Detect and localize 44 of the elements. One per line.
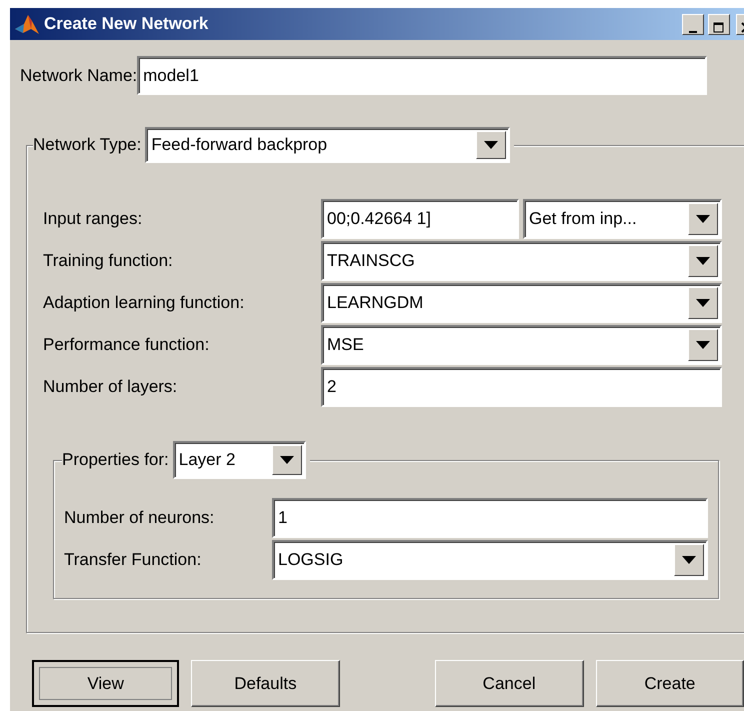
dropdown-arrow-button[interactable] bbox=[272, 445, 302, 475]
window-title: Create New Network bbox=[44, 13, 208, 36]
caret-icon bbox=[696, 256, 710, 266]
input-field[interactable]: 2 bbox=[321, 367, 722, 407]
group-label: Network Type: bbox=[33, 134, 142, 156]
caret-icon bbox=[682, 556, 696, 564]
caret-icon bbox=[484, 140, 498, 150]
function-dropdown[interactable]: MSE bbox=[321, 325, 722, 365]
dialog-button[interactable]: Cancel bbox=[434, 660, 584, 707]
caret-icon bbox=[280, 456, 294, 464]
group-label: Properties for: bbox=[62, 449, 169, 472]
source-dropdown[interactable]: Get from inp... bbox=[523, 199, 722, 239]
maximize-button[interactable] bbox=[708, 14, 730, 34]
field-label: Number of layers: bbox=[43, 376, 178, 398]
field-label: Training function: bbox=[43, 250, 174, 272]
dropdown-arrow-button[interactable] bbox=[688, 203, 718, 235]
caret-icon bbox=[696, 340, 710, 350]
dropdown-arrow-button[interactable] bbox=[688, 329, 718, 361]
dropdown-arrow-button[interactable] bbox=[688, 287, 718, 319]
field-label: Network Name: bbox=[20, 64, 138, 87]
dialog-button[interactable]: Defaults bbox=[191, 660, 340, 707]
network-type-dropdown[interactable]: Feed-forward backprop bbox=[145, 127, 510, 163]
network-name-field[interactable]: model1 bbox=[137, 56, 708, 95]
caret-icon bbox=[696, 298, 710, 308]
function-dropdown[interactable]: TRAINSCG bbox=[321, 241, 722, 281]
minimize-button[interactable] bbox=[682, 14, 704, 34]
minimize-icon bbox=[689, 31, 697, 34]
input-field[interactable]: 00;0.42664 1] bbox=[321, 199, 519, 239]
dialog-button[interactable]: View bbox=[32, 660, 180, 707]
dropdown-arrow-button[interactable] bbox=[674, 544, 704, 576]
dialog-button[interactable]: Create bbox=[596, 660, 744, 707]
function-dropdown[interactable]: LOGSIG bbox=[272, 540, 708, 580]
field-label: Performance function: bbox=[43, 334, 210, 356]
input-field[interactable]: 1 bbox=[272, 498, 708, 538]
dropdown-arrow-button[interactable] bbox=[476, 131, 506, 159]
field-label: Number of neurons: bbox=[64, 507, 216, 530]
field-label: Adaption learning function: bbox=[43, 292, 246, 314]
dropdown-arrow-button[interactable] bbox=[688, 245, 718, 277]
field-label: Input ranges: bbox=[43, 208, 144, 230]
field-label: Transfer Function: bbox=[64, 549, 202, 572]
caret-icon bbox=[696, 214, 710, 224]
maximize-icon bbox=[713, 22, 725, 34]
function-dropdown[interactable]: LEARNGDM bbox=[321, 283, 722, 323]
layer-dropdown[interactable]: Layer 2 bbox=[172, 441, 306, 479]
